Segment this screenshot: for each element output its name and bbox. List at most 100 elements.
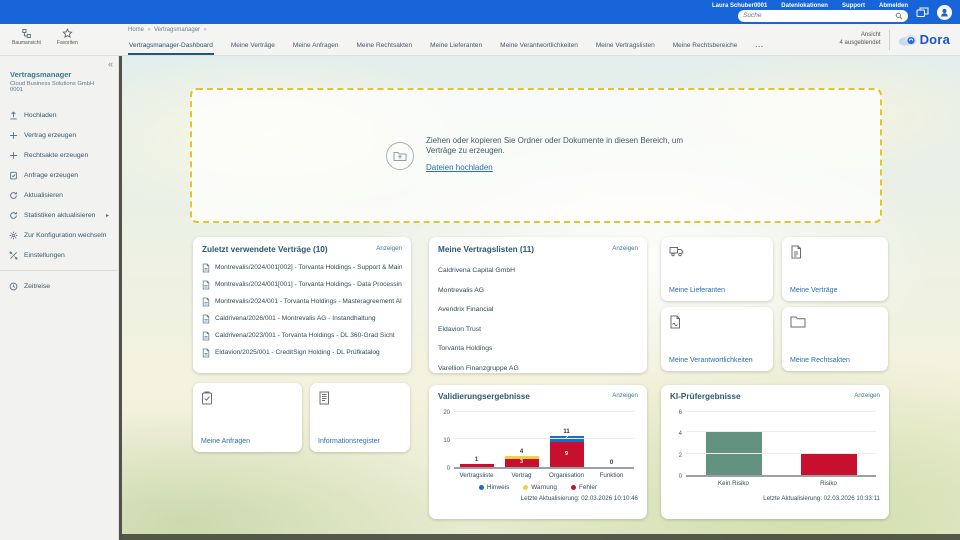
list-item[interactable]: Caldrivena Capital GmbH <box>438 261 638 281</box>
tab-meine-vertraege[interactable]: Meine Verträge <box>230 42 276 55</box>
tab-meine-verantwortlichkeiten[interactable]: Meine Verantwortlichkeiten <box>499 42 579 55</box>
tile-meine-vertraege[interactable]: Meine Verträge <box>782 237 888 301</box>
truck-icon <box>669 245 765 258</box>
tree-icon <box>21 28 32 39</box>
tile-label: Informationsregister <box>318 438 380 445</box>
document-icon <box>202 263 210 273</box>
dashboard-content: Ziehen oder kopieren Sie Ordner oder Dok… <box>119 56 960 540</box>
sidebar-subtitle: Cloud Business Solutions GmbH 0001 <box>10 81 108 93</box>
tile-meine-anfragen[interactable]: Meine Anfragen <box>193 383 302 452</box>
show-validation-results-link[interactable]: Anzeigen <box>612 392 638 399</box>
favorites-button[interactable]: Favoriten <box>57 28 78 53</box>
tab-dashboard[interactable]: Vertragsmanager-Dashboard <box>128 42 214 55</box>
sidebar-item-rechtsakte-erzeugen[interactable]: Rechtsakte erzeugen <box>0 145 118 165</box>
tab-overflow-button[interactable]: ... <box>754 42 764 55</box>
support-link[interactable]: Support <box>842 3 865 9</box>
contract-list-item[interactable]: Caldrivena/2026/001 - Montrevalis AG - I… <box>202 310 402 327</box>
tile-label: Meine Rechtsakten <box>790 357 850 364</box>
search-box[interactable] <box>738 10 908 22</box>
contract-name: Montrevalis/2024/001[001] - Torvanta Hol… <box>215 281 402 288</box>
favorites-label: Favoriten <box>57 40 78 46</box>
logout-link[interactable]: Abmelden <box>879 3 908 9</box>
sidebar-item-anfrage-erzeugen[interactable]: Anfrage erzeugen <box>0 165 118 185</box>
breadcrumb-home[interactable]: Home <box>128 27 144 33</box>
contract-list-item[interactable]: Eldavion/2025/001 - CreditSign Holding -… <box>202 344 402 361</box>
list-item[interactable]: Varellion Finanzgruppe AG <box>438 359 638 379</box>
tab-meine-rechtsbereiche[interactable]: Meine Rechtsbereiche <box>672 42 739 55</box>
sidebar-item-statistiken-aktualisieren[interactable]: Statistiken aktualisieren ▸ <box>0 205 118 225</box>
y-axis-tick: 20 <box>443 410 450 416</box>
bar-Vertrag: 43 <box>499 413 544 467</box>
sidebar-item-einstellungen[interactable]: Einstellungen <box>0 245 118 265</box>
chevron-right-icon: ▸ <box>106 212 109 219</box>
contract-name: Caldrivena/2023/001 - Torvanta Holdings … <box>215 332 395 339</box>
tile-meine-rechtsakten[interactable]: Meine Rechtsakten <box>782 307 888 371</box>
contract-name: Montrevalis/2024/001[002] - Torvanta Hol… <box>215 264 402 271</box>
contract-list-item[interactable]: Montrevalis/2024/001 - Torvanta Holdings… <box>202 293 402 310</box>
dropzone-message: Ziehen oder kopieren Sie Ordner oder Dok… <box>426 136 686 157</box>
tab-meine-vertragslisten[interactable]: Meine Vertragslisten <box>595 42 656 55</box>
recent-contracts-card: Zuletzt verwendete Verträge (10) Anzeige… <box>193 237 411 373</box>
search-input[interactable] <box>743 12 891 19</box>
tile-informationsregister[interactable]: Informationsregister <box>310 383 410 452</box>
sidebar-title: Vertragsmanager <box>10 70 108 79</box>
windows-icon[interactable] <box>916 7 929 18</box>
show-contract-lists-link[interactable]: Anzeigen <box>612 245 638 252</box>
divider <box>119 534 960 540</box>
sidebar-item-aktualisieren[interactable]: Aktualisieren <box>0 185 118 205</box>
document-signature-icon <box>669 315 765 329</box>
tile-meine-verantwortlichkeiten[interactable]: Meine Verantwortlichkeiten <box>661 307 773 371</box>
list-item[interactable]: Montrevalis AG <box>438 281 638 301</box>
contract-list-item[interactable]: Caldrivena/2023/001 - Torvanta Holdings … <box>202 327 402 344</box>
y-axis-tick: 6 <box>679 410 682 416</box>
sidebar-item-hochladen[interactable]: Hochladen <box>0 105 118 125</box>
list-item[interactable]: Torvanta Holdings <box>438 339 638 359</box>
upload-files-link[interactable]: Dateien hochladen <box>426 163 493 172</box>
show-recent-contracts-link[interactable]: Anzeigen <box>376 245 402 252</box>
view-hidden-info[interactable]: Ansicht 4 ausgeblendet <box>840 32 881 47</box>
datenlokationen-link[interactable]: Datenlokationen <box>781 3 828 9</box>
legend-fehler[interactable]: Fehler <box>571 484 597 491</box>
bar-Organisation: 1129 <box>544 413 589 467</box>
x-axis-labels: Kein Risiko Risiko <box>686 480 876 487</box>
avatar[interactable] <box>937 5 952 20</box>
list-item[interactable]: Eldavion Trust <box>438 320 638 340</box>
tile-label: Meine Verantwortlichkeiten <box>669 357 753 364</box>
ki-results-card: KI-Prüfergebnisse Anzeigen 6 4 2 0 Kein … <box>661 385 889 519</box>
contract-name: Caldrivena/2026/001 - Montrevalis AG - I… <box>215 315 376 322</box>
sidebar-item-vertrag-erzeugen[interactable]: Vertrag erzeugen <box>0 125 118 145</box>
search-icon[interactable] <box>895 12 903 20</box>
user-menu[interactable]: Laura Schuber0001 <box>712 3 767 9</box>
legend-hinweis[interactable]: Hinweis <box>479 484 509 491</box>
contract-list-item[interactable]: Montrevalis/2024/001[001] - Torvanta Hol… <box>202 276 402 293</box>
plus-icon <box>9 151 18 160</box>
tree-view-label: Baumansicht <box>12 40 41 46</box>
dora-logo: Dora <box>898 32 950 47</box>
legend-warnung[interactable]: Warnung <box>523 484 557 491</box>
show-ki-results-link[interactable]: Anzeigen <box>854 392 880 399</box>
recent-contracts-list: Montrevalis/2024/001[002] - Torvanta Hol… <box>202 259 402 361</box>
contract-list-item[interactable]: Montrevalis/2024/001[002] - Torvanta Hol… <box>202 259 402 276</box>
tile-meine-lieferanten[interactable]: Meine Lieferanten <box>661 237 773 301</box>
collapse-sidebar-icon[interactable]: « <box>108 59 113 69</box>
tab-meine-rechtsakten[interactable]: Meine Rechtsakten <box>355 42 413 55</box>
register-icon <box>318 391 402 405</box>
sidebar-item-label: Vertrag erzeugen <box>24 132 76 139</box>
sidebar-item-zur-konfiguration[interactable]: Zur Konfiguration wechseln <box>0 225 118 245</box>
breadcrumb: Home › Vertragsmanager › <box>128 27 840 33</box>
sidebar-item-label: Hochladen <box>24 112 57 119</box>
list-item[interactable]: Avendrix Financial <box>438 300 638 320</box>
tile-label: Meine Verträge <box>790 287 837 294</box>
tree-view-button[interactable]: Baumansicht <box>12 28 41 53</box>
file-drop-zone[interactable]: Ziehen oder kopieren Sie Ordner oder Dok… <box>190 88 882 223</box>
contract-lists-card: Meine Vertragslisten (11) Anzeigen Caldr… <box>429 237 647 373</box>
tab-meine-anfragen[interactable]: Meine Anfragen <box>292 42 340 55</box>
x-axis-labels: Vertragsliste Vertrag Organisation Funkt… <box>454 472 634 479</box>
sidebar-item-label: Aktualisieren <box>24 192 63 199</box>
y-axis-tick: 10 <box>443 438 450 444</box>
tab-meine-lieferanten[interactable]: Meine Lieferanten <box>429 42 483 55</box>
sidebar-item-zeitreise[interactable]: Zeitreise <box>0 276 118 296</box>
sidebar-item-label: Einstellungen <box>24 252 65 259</box>
upload-icon <box>9 111 18 120</box>
breadcrumb-vertragsmanager[interactable]: Vertragsmanager <box>154 27 200 33</box>
